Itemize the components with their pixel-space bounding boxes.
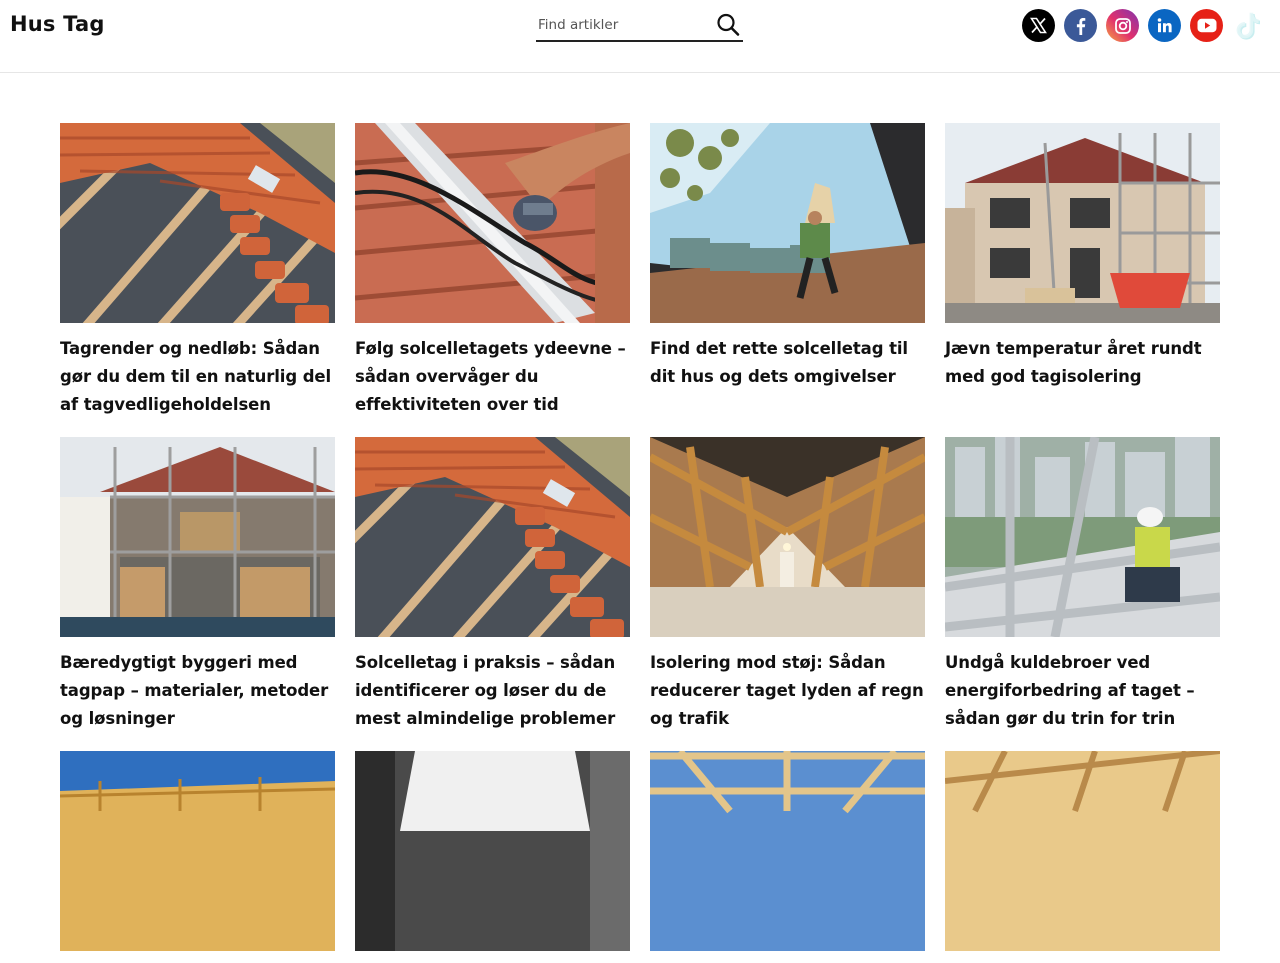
- article-card[interactable]: [355, 751, 630, 963]
- article-thumbnail[interactable]: [60, 751, 335, 951]
- article-card[interactable]: Tagrender og nedløb: Sådan gør du dem ti…: [60, 123, 335, 419]
- search-input[interactable]: [538, 14, 708, 36]
- article-thumbnail[interactable]: [945, 437, 1220, 637]
- article-card[interactable]: [60, 751, 335, 963]
- facebook-icon[interactable]: [1064, 9, 1097, 42]
- article-card[interactable]: [650, 751, 925, 963]
- article-card[interactable]: Solcelletag i praksis – sådan identifice…: [355, 437, 630, 733]
- article-thumbnail[interactable]: [60, 437, 335, 637]
- x-icon[interactable]: [1022, 9, 1055, 42]
- article-title[interactable]: Følg solcelletagets ydeevne – sådan over…: [355, 335, 630, 419]
- article-thumbnail[interactable]: [650, 123, 925, 323]
- article-thumbnail[interactable]: [945, 123, 1220, 323]
- tiktok-icon[interactable]: [1232, 9, 1265, 42]
- youtube-icon[interactable]: [1190, 9, 1223, 42]
- article-title[interactable]: Bæredygtigt byggeri med tagpap – materia…: [60, 649, 335, 733]
- article-title[interactable]: Solcelletag i praksis – sådan identifice…: [355, 649, 630, 733]
- site-header: Hus Tag: [0, 0, 1280, 73]
- article-thumbnail[interactable]: [945, 751, 1220, 951]
- linkedin-icon[interactable]: [1148, 9, 1181, 42]
- article-title[interactable]: Jævn temperatur året rundt med god tagis…: [945, 335, 1220, 391]
- article-title[interactable]: Isolering mod støj: Sådan reducerer tage…: [650, 649, 925, 733]
- article-title[interactable]: Find det rette solcelletag til dit hus o…: [650, 335, 925, 391]
- article-title[interactable]: Tagrender og nedløb: Sådan gør du dem ti…: [60, 335, 335, 419]
- article-card[interactable]: [945, 751, 1220, 963]
- article-thumbnail[interactable]: [355, 437, 630, 637]
- article-card[interactable]: Jævn temperatur året rundt med god tagis…: [945, 123, 1220, 391]
- article-card[interactable]: Find det rette solcelletag til dit hus o…: [650, 123, 925, 391]
- article-card[interactable]: Undgå kuldebroer ved energiforbedring af…: [945, 437, 1220, 733]
- article-card[interactable]: Bæredygtigt byggeri med tagpap – materia…: [60, 437, 335, 733]
- article-thumbnail[interactable]: [650, 437, 925, 637]
- article-thumbnail[interactable]: [650, 751, 925, 951]
- search-bar: [536, 9, 743, 42]
- article-thumbnail[interactable]: [355, 123, 630, 323]
- site-logo[interactable]: Hus Tag: [10, 12, 105, 36]
- search-icon[interactable]: [715, 12, 741, 38]
- instagram-icon[interactable]: [1106, 9, 1139, 42]
- article-thumbnail[interactable]: [355, 751, 630, 951]
- article-title[interactable]: Undgå kuldebroer ved energiforbedring af…: [945, 649, 1220, 733]
- article-thumbnail[interactable]: [60, 123, 335, 323]
- article-card[interactable]: Følg solcelletagets ydeevne – sådan over…: [355, 123, 630, 419]
- article-card[interactable]: Isolering mod støj: Sådan reducerer tage…: [650, 437, 925, 733]
